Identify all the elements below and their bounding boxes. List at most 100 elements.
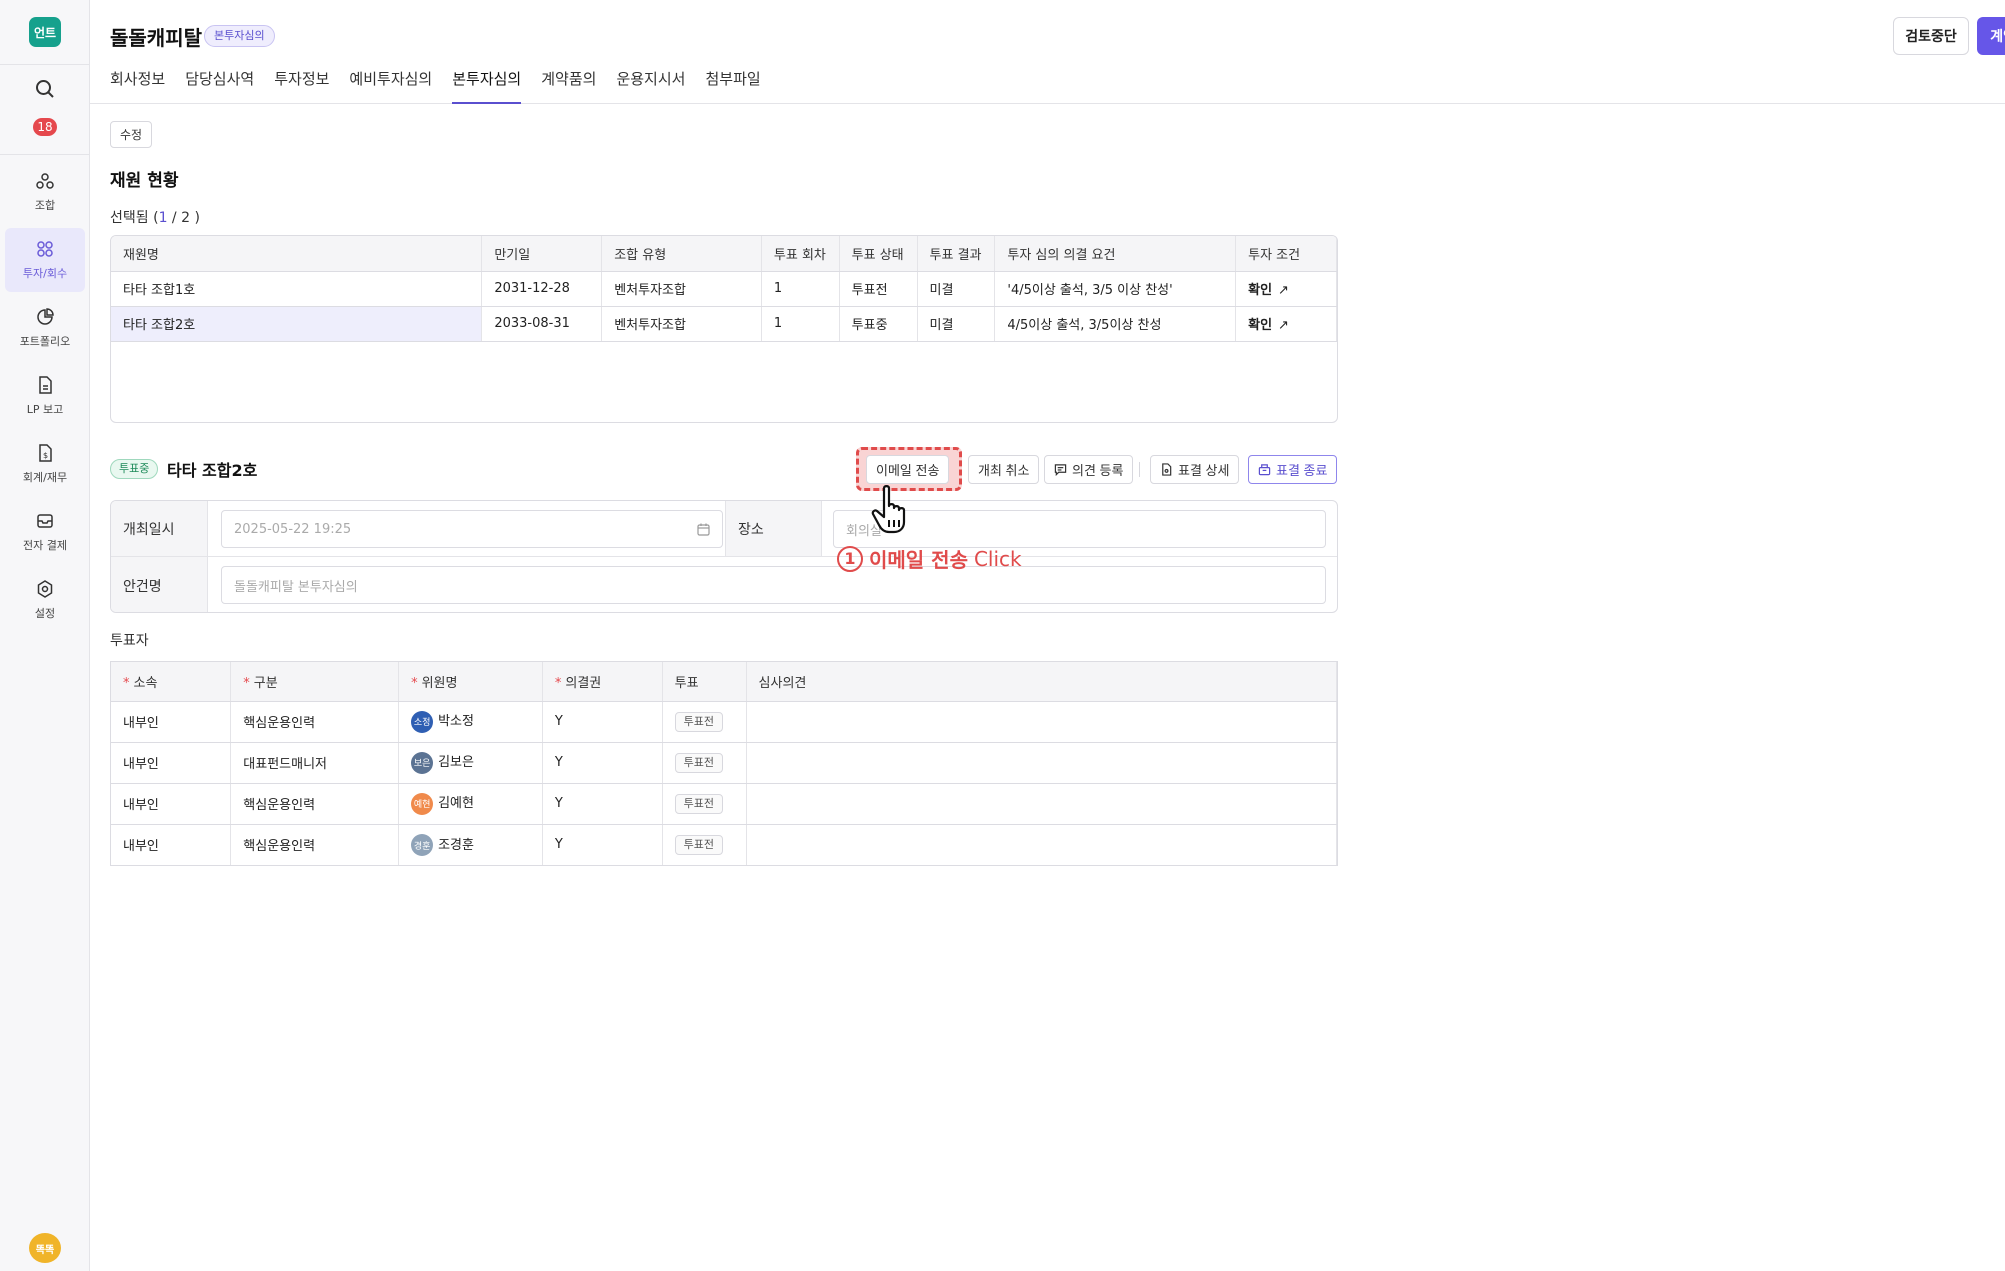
contract-approval-button[interactable]: 계약품의 bbox=[1977, 17, 2005, 55]
vote-cell: 투표전 bbox=[662, 783, 747, 825]
sidebar-item-accounting[interactable]: $ 회계/재무 bbox=[5, 432, 85, 496]
mail-icon bbox=[37, 514, 53, 528]
vote-requirement: '4/5이상 출석, 3/5 이상 찬성' bbox=[994, 271, 1237, 307]
voters-label: 투표자 bbox=[110, 633, 149, 649]
meeting-place-label: 장소 bbox=[725, 501, 822, 556]
table-header-row: * 소속 * 구분 * 위원명 * 의결권 투표 심사의견 bbox=[111, 662, 1337, 702]
sidebar-item-investment[interactable]: 투자/회수 bbox=[5, 228, 85, 292]
fund-type: 벤처투자조합 bbox=[601, 271, 762, 307]
voter-role: 핵심운용인력 bbox=[230, 701, 400, 743]
meeting-date-input[interactable]: 2025-05-22 19:25 bbox=[221, 510, 723, 548]
avatar: 소정 bbox=[411, 710, 434, 733]
required-mark: * bbox=[554, 675, 562, 691]
table-row[interactable]: 내부인 핵심운용인력 예현 김예현 Y 투표전 bbox=[111, 783, 1337, 825]
avatar: 보은 bbox=[411, 751, 434, 774]
tab-main-review[interactable]: 본투자심의 bbox=[452, 66, 522, 104]
search-icon[interactable] bbox=[33, 77, 57, 101]
tab-pre-review[interactable]: 예비투자심의 bbox=[349, 66, 432, 104]
step-action-text: Click bbox=[973, 546, 1022, 571]
fund-table: 재원명 만기일 조합 유형 투표 회차 투표 상태 투표 결과 투자 심의 의결… bbox=[110, 235, 1338, 423]
voter-role: 핵심운용인력 bbox=[230, 824, 400, 865]
condition-link[interactable]: 확인 ↗ bbox=[1235, 271, 1337, 307]
column-header[interactable]: 투표 상태 bbox=[839, 236, 918, 272]
sidebar-item-settings[interactable]: 설정 bbox=[5, 568, 85, 632]
review-opinion[interactable] bbox=[746, 783, 1337, 825]
register-opinion-label: 의견 등록 bbox=[1072, 463, 1124, 478]
tab-bar: 회사정보 담당심사역 투자정보 예비투자심의 본투자심의 계약품의 운용지시서 … bbox=[110, 66, 761, 104]
column-header[interactable]: 투자 조건 bbox=[1235, 236, 1337, 272]
column-header[interactable]: 재원명 bbox=[111, 236, 483, 272]
voter-role: 대표펀드매니저 bbox=[230, 742, 400, 784]
voter-role: 핵심운용인력 bbox=[230, 783, 400, 825]
tab-attachments[interactable]: 첨부파일 bbox=[705, 66, 760, 104]
voter-name: 김보은 bbox=[438, 755, 474, 771]
column-header[interactable]: 투자 심의 의결 요건 bbox=[994, 236, 1237, 272]
vote-status-pill: 투표전 bbox=[674, 711, 723, 732]
column-header[interactable]: 만기일 bbox=[481, 236, 603, 272]
sidebar-item-fund[interactable]: 조합 bbox=[5, 160, 85, 224]
table-row[interactable]: 타타 조합1호 2031-12-28 벤처투자조합 1 투표전 미결 '4/5이… bbox=[111, 271, 1337, 307]
voter-org: 내부인 bbox=[111, 783, 232, 825]
fund-icon bbox=[36, 173, 54, 189]
step-target-text: 이메일 전송 bbox=[869, 548, 968, 572]
external-link-icon: ↗ bbox=[1278, 283, 1289, 298]
voting-right: Y bbox=[542, 742, 663, 784]
tab-reviewer[interactable]: 담당심사역 bbox=[185, 66, 254, 104]
column-header: * 소속 bbox=[111, 662, 232, 702]
voter-name-cell: 보은 김보은 bbox=[398, 742, 543, 784]
voter-name-cell: 경훈 조경훈 bbox=[398, 824, 543, 865]
voting-right: Y bbox=[542, 824, 663, 865]
register-opinion-button[interactable]: 의견 등록 bbox=[1044, 455, 1134, 484]
sidebar-item-label: 포트폴리오 bbox=[19, 335, 71, 348]
vote-result: 미결 bbox=[917, 271, 996, 307]
table-row[interactable]: 내부인 핵심운용인력 소정 박소정 Y 투표전 bbox=[111, 701, 1337, 743]
document-icon bbox=[1162, 463, 1172, 476]
voter-name: 박소정 bbox=[438, 714, 474, 730]
page-title: 돌돌캐피탈 bbox=[110, 26, 202, 50]
tab-investment-info[interactable]: 투자정보 bbox=[274, 66, 329, 104]
cancel-meeting-button[interactable]: 개최 취소 bbox=[968, 455, 1040, 484]
user-avatar[interactable]: 똑똑 bbox=[29, 1233, 61, 1263]
sidebar-item-lp-report[interactable]: LP 보고 bbox=[5, 364, 85, 428]
sidebar-item-portfolio[interactable]: 포트폴리오 bbox=[5, 296, 85, 360]
vote-status-pill: 투표전 bbox=[674, 752, 723, 773]
review-opinion[interactable] bbox=[746, 701, 1337, 743]
app-logo[interactable]: 언트 bbox=[29, 17, 61, 47]
table-row[interactable]: 내부인 대표펀드매니저 보은 김보은 Y 투표전 bbox=[111, 742, 1337, 784]
column-header-label: 소속 bbox=[133, 675, 158, 691]
column-header-label: 위원명 bbox=[421, 675, 458, 691]
edit-button[interactable]: 수정 bbox=[110, 121, 152, 148]
column-header[interactable]: 투표 결과 bbox=[917, 236, 996, 272]
vote-status-badge: 투표중 bbox=[110, 459, 159, 479]
gear-icon bbox=[37, 580, 53, 598]
vote-detail-button[interactable]: 표결 상세 bbox=[1150, 455, 1240, 484]
agenda-input[interactable]: 돌돌캐피탈 본투자심의 bbox=[221, 566, 1326, 604]
ballot-box-icon bbox=[1258, 464, 1271, 476]
table-row[interactable]: 타타 조합2호 2033-08-31 벤처투자조합 1 투표중 미결 4/5이상… bbox=[111, 306, 1337, 342]
column-header[interactable]: 투표 회차 bbox=[761, 236, 840, 272]
tab-operating-instructions[interactable]: 운용지시서 bbox=[616, 66, 685, 104]
column-header[interactable]: 조합 유형 bbox=[601, 236, 762, 272]
column-header: 심사의견 bbox=[746, 662, 1337, 702]
review-opinion[interactable] bbox=[746, 742, 1337, 784]
sidebar-divider bbox=[0, 64, 89, 65]
tab-contract[interactable]: 계약품의 bbox=[541, 66, 596, 104]
fund-maturity: 2033-08-31 bbox=[481, 306, 603, 342]
vote-cell: 투표전 bbox=[662, 701, 747, 743]
stop-review-button[interactable]: 검토중단 bbox=[1893, 17, 1969, 55]
sidebar-item-e-approval[interactable]: 전자 결제 bbox=[5, 500, 85, 564]
tab-company-info[interactable]: 회사정보 bbox=[110, 66, 165, 104]
calendar-icon[interactable] bbox=[697, 523, 710, 536]
sidebar-item-label: 조합 bbox=[34, 199, 56, 212]
end-vote-button[interactable]: 표결 종료 bbox=[1248, 455, 1338, 484]
fund-type: 벤처투자조합 bbox=[601, 306, 762, 342]
required-mark: * bbox=[411, 675, 418, 691]
column-header: * 위원명 bbox=[398, 662, 543, 702]
send-email-button[interactable]: 이메일 전송 bbox=[866, 455, 950, 484]
condition-link[interactable]: 확인 ↗ bbox=[1235, 306, 1337, 342]
notification-badge[interactable]: 18 bbox=[33, 118, 57, 136]
vote-status-pill: 투표전 bbox=[674, 793, 723, 814]
voter-org: 내부인 bbox=[111, 824, 232, 865]
table-row[interactable]: 내부인 핵심운용인력 경훈 조경훈 Y 투표전 bbox=[111, 824, 1337, 865]
review-opinion[interactable] bbox=[746, 824, 1337, 865]
